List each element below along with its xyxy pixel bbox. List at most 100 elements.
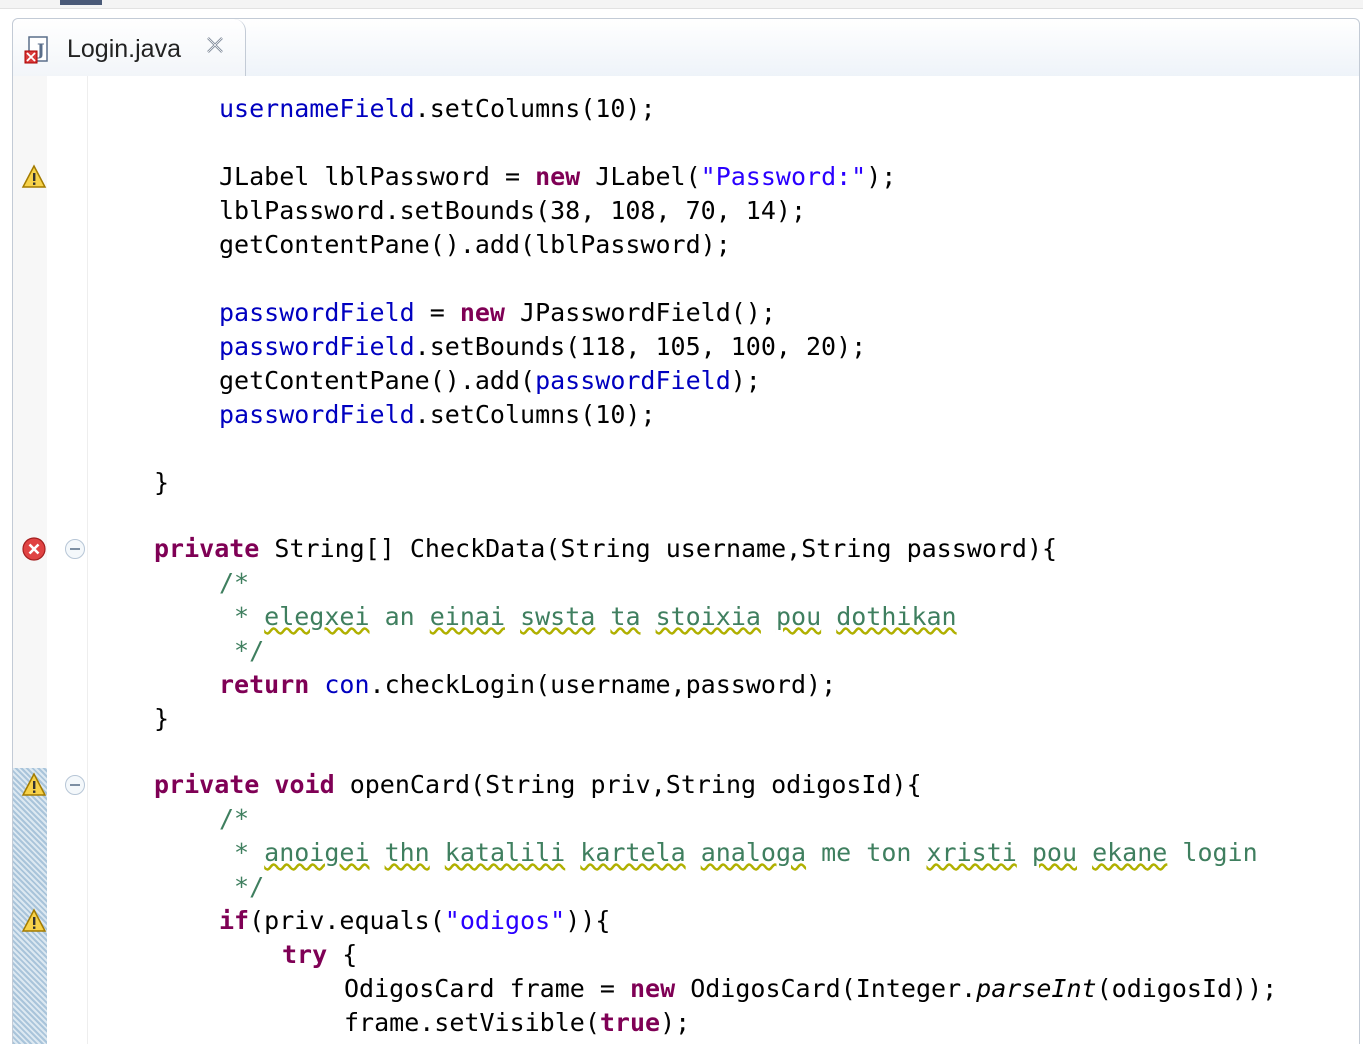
code-line: JLabel lblPassword = new JLabel("Passwor… <box>219 162 896 192</box>
code-token: String[] CheckData(String username,Strin… <box>259 534 1058 563</box>
code-line: return con.checkLogin(username,password)… <box>219 670 836 700</box>
code-line: usernameField.setColumns(10); <box>219 94 656 124</box>
code-token: JLabel lblPassword = <box>219 162 536 191</box>
code-token: an <box>369 602 430 631</box>
code-token: ta <box>610 602 641 631</box>
code-token: private <box>154 770 260 799</box>
code-token: parseInt <box>976 974 1097 1003</box>
code-token: dothikan <box>836 602 957 631</box>
code-line: try { <box>282 940 357 970</box>
code-line: private String[] CheckData(String userna… <box>154 534 1057 564</box>
code-token: void <box>274 770 335 799</box>
code-line: OdigosCard frame = new OdigosCard(Intege… <box>344 974 1277 1004</box>
code-line: /* <box>219 568 249 598</box>
code-token: (odigosId)); <box>1096 974 1278 1003</box>
toolbar-fragment <box>60 0 102 5</box>
code-token: * <box>219 838 265 867</box>
close-icon[interactable] <box>203 33 227 57</box>
code-token: .setColumns(10); <box>414 400 656 429</box>
code-token: */ <box>219 872 265 901</box>
code-token: = <box>414 298 460 327</box>
code-token: OdigosCard frame = <box>344 974 630 1003</box>
code-token: openCard(String priv,String odigosId){ <box>334 770 922 799</box>
top-strip <box>0 0 1363 9</box>
code-line: private void openCard(String priv,String… <box>154 770 922 800</box>
code-token: return <box>219 670 310 699</box>
code-token: analoga <box>700 838 807 867</box>
code-token: stoixia <box>655 602 761 631</box>
code-token: JPasswordField(); <box>504 298 776 327</box>
tab-login-java[interactable]: J Login.java <box>13 19 246 77</box>
code-line: getContentPane().add(passwordField); <box>219 366 761 396</box>
code-token: new <box>629 974 676 1003</box>
java-file-icon: J <box>23 35 53 65</box>
code-token: /* <box>219 804 250 833</box>
code-token: passwordField <box>219 400 415 429</box>
code-token: anoigei <box>264 838 370 867</box>
code-token: * <box>219 602 265 631</box>
code-token: passwordField <box>535 366 731 395</box>
code-line: * anoigei thn katalili kartela analoga m… <box>219 838 1258 868</box>
editor-tab-bar: J Login.java <box>12 18 1360 77</box>
code-token: kartela <box>580 838 686 867</box>
code-token: passwordField <box>219 332 415 361</box>
code-token: OdigosCard(Integer. <box>675 974 977 1003</box>
code-token: login <box>1167 838 1258 867</box>
code-token: frame.setVisible( <box>344 1008 600 1037</box>
code-token: { <box>327 940 358 969</box>
code-token: ); <box>730 366 761 395</box>
code-token: ); <box>866 162 897 191</box>
code-token: getContentPane().add( <box>219 366 536 395</box>
code-line: } <box>154 468 169 498</box>
code-line: lblPassword.setBounds(38, 108, 70, 14); <box>219 196 806 226</box>
code-token: pou <box>1031 838 1078 867</box>
code-token: . <box>414 94 430 123</box>
code-line: passwordField.setColumns(10); <box>219 400 656 430</box>
code-editor[interactable]: getContentPane().add( usernameField); user… <box>12 76 1360 1044</box>
code-token: true <box>599 1008 661 1037</box>
code-token: elegxei <box>264 602 370 631</box>
code-line: */ <box>219 636 264 666</box>
code-token: einai <box>429 602 505 631</box>
code-token: )) <box>565 906 596 935</box>
code-token: usernameField <box>219 94 415 123</box>
code-text-area[interactable]: getContentPane().add( usernameField); user… <box>13 76 1359 1044</box>
code-token: .checkLogin(username,password); <box>369 670 837 699</box>
code-token: katalili <box>444 838 566 867</box>
code-token: xristi <box>926 838 1017 867</box>
code-token: ); <box>660 1008 691 1037</box>
code-line: * elegxei an einai swsta ta stoixia pou … <box>219 602 957 632</box>
code-token: } <box>154 704 170 733</box>
code-token: new <box>459 298 505 327</box>
code-line: frame.setVisible(true); <box>344 1008 690 1038</box>
code-token: if <box>219 906 250 935</box>
code-token: "odigos" <box>444 906 566 935</box>
code-token: me ton <box>806 838 927 867</box>
code-token: getContentPane().add(lblPassword); <box>219 230 731 259</box>
code-line: } <box>154 704 169 734</box>
code-token: /* <box>219 568 250 597</box>
code-line: /* <box>219 804 249 834</box>
code-token: .setBounds(118, 105, 100, 20); <box>414 332 867 361</box>
code-line: passwordField.setBounds(118, 105, 100, 2… <box>219 332 866 362</box>
code-token: private <box>154 534 260 563</box>
code-line: */ <box>219 872 264 902</box>
code-token: JLabel( <box>580 162 701 191</box>
code-token: passwordField <box>219 298 415 327</box>
code-token: "Password:" <box>700 162 867 191</box>
code-token: { <box>595 906 611 935</box>
code-token: */ <box>219 636 265 665</box>
code-token: thn <box>384 838 430 867</box>
code-line: passwordField = new JPasswordField(); <box>219 298 776 328</box>
code-token: setColumns(10); <box>429 94 656 123</box>
